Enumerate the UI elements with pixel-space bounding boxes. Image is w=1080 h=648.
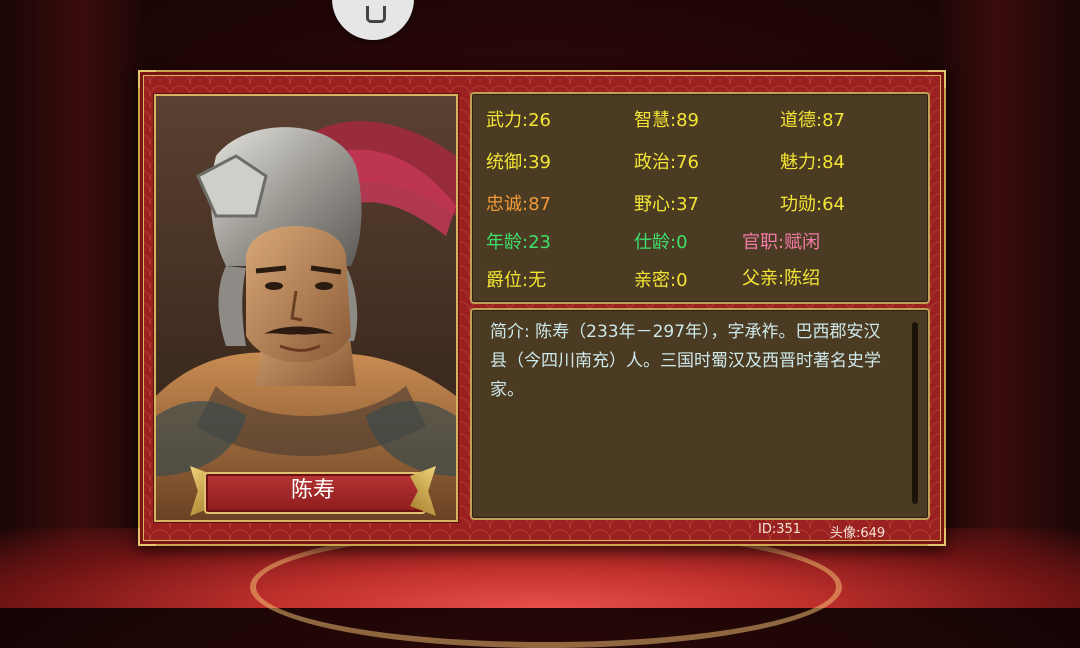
stat-fuqin: 父亲:陈绍 xyxy=(742,268,821,289)
stat-juewei: 爵位:无 xyxy=(486,270,547,291)
stat-zhongcheng: 忠诚:87 xyxy=(486,194,551,215)
stat-tongyu: 统御:39 xyxy=(486,152,551,173)
panel-corner-ornament xyxy=(928,528,946,546)
stat-nianling: 年龄:23 xyxy=(486,232,551,253)
stat-meili: 魅力:84 xyxy=(780,152,845,173)
biography-scrollbar[interactable] xyxy=(912,322,918,504)
stat-daode: 道德:87 xyxy=(780,110,845,131)
stat-zhengzhi: 政治:76 xyxy=(634,152,699,173)
panel-corner-ornament xyxy=(138,70,156,88)
stats-box: 武力:26 智慧:89 道德:87 统御:39 政治:76 魅力:84 忠诚:8… xyxy=(470,92,930,304)
stat-qinmi: 亲密:0 xyxy=(634,270,688,291)
general-portrait: 陈寿 xyxy=(154,94,458,522)
general-info-panel: 陈寿 武力:26 智慧:89 道德:87 统御:39 政治:76 魅力:84 忠… xyxy=(138,70,946,546)
background-pillar-right xyxy=(940,0,1080,608)
biography-box: 简介: 陈寿（233年－297年），字承祚。巴西郡安汉县（今四川南充）人。三国时… xyxy=(470,308,930,520)
stat-shiling: 仕龄:0 xyxy=(634,232,688,253)
panel-corner-ornament xyxy=(928,70,946,88)
top-home-button[interactable] xyxy=(332,0,414,40)
panel-corner-ornament xyxy=(138,528,156,546)
general-portrait-image xyxy=(156,96,456,520)
stat-gongxun: 功勋:64 xyxy=(780,194,845,215)
stat-guanzhi: 官职:赋闲 xyxy=(742,232,821,253)
stat-wuli: 武力:26 xyxy=(486,110,551,131)
general-id: ID:351 xyxy=(758,522,802,537)
name-plaque: 陈寿 xyxy=(190,466,436,516)
stat-zhihui: 智慧:89 xyxy=(634,110,699,131)
home-icon xyxy=(366,6,386,23)
stat-yexin: 野心:37 xyxy=(634,194,699,215)
avatar-id: 头像:649 xyxy=(830,526,886,541)
background-pillar-left xyxy=(0,0,140,608)
biography-text: 简介: 陈寿（233年－297年），字承祚。巴西郡安汉县（今四川南充）人。三国时… xyxy=(490,322,881,400)
general-name: 陈寿 xyxy=(290,478,335,503)
